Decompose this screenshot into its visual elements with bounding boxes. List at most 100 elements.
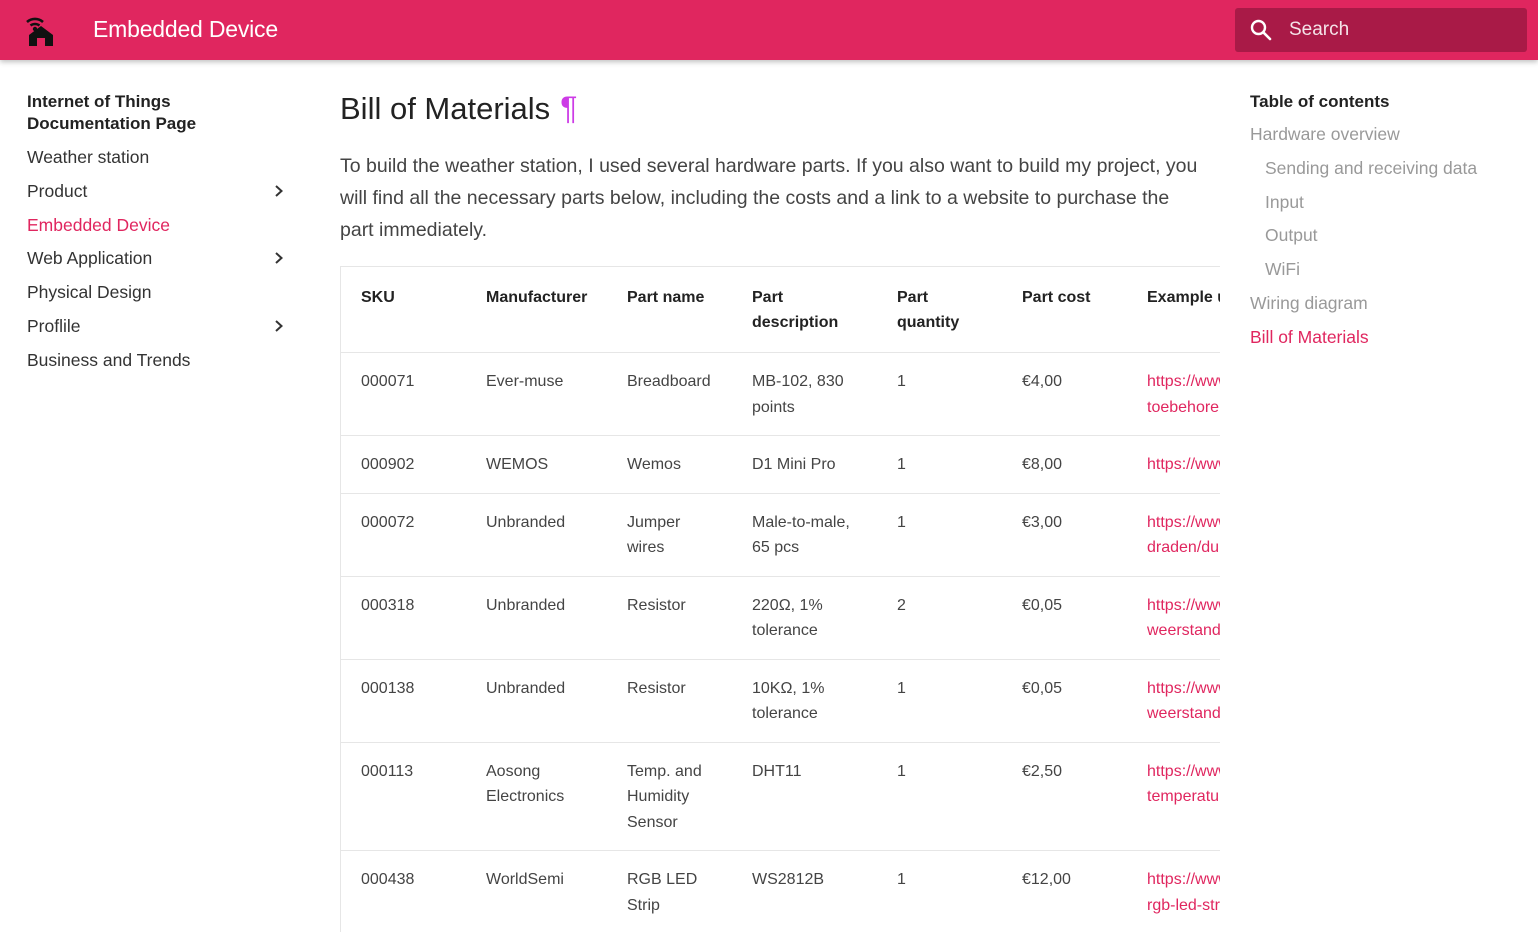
url-line-2[interactable]: weerstand <box>1147 622 1220 639</box>
toc-item-wiring-diagram[interactable]: Wiring diagram <box>1250 293 1520 327</box>
toc-item-sending-and-receiving-data[interactable]: Sending and receiving data <box>1250 158 1520 192</box>
nav-item-label: Physical Design <box>27 282 152 303</box>
url-line-1[interactable]: https://www <box>1147 763 1220 780</box>
toc-item-input[interactable]: Input <box>1250 192 1520 226</box>
cell-sku: 000113 <box>361 762 414 780</box>
nav-item-embedded-device[interactable]: Embedded Device <box>27 215 292 249</box>
cell-part-quantity: 2 <box>897 596 906 614</box>
cell-example-url: https://www temperatu <box>1127 742 1220 851</box>
nav-item-label: Web Application <box>27 248 153 269</box>
cell-part-name: Breadboard <box>627 373 711 390</box>
cell-part-cost: €8,00 <box>1022 456 1063 473</box>
url-line-2[interactable]: rgb-led-str <box>1147 897 1220 914</box>
column-header: Part quantity <box>897 289 960 331</box>
cell-part-description: DHT11 <box>752 762 802 780</box>
example-url-link[interactable]: https://www rgb-led-str <box>1147 871 1220 914</box>
table-of-contents: Table of contents Hardware overview Send… <box>1250 91 1520 361</box>
url-line-1[interactable]: https://www <box>1147 373 1220 390</box>
cell-example-url: https://www toebehore <box>1127 353 1220 436</box>
chevron-right-icon[interactable] <box>272 250 286 266</box>
nav-item-label: Product <box>27 180 88 201</box>
cell-part-quantity: 1 <box>897 513 906 531</box>
cell-manufacturer: Ever-muse <box>486 373 564 390</box>
nav-item-web-application[interactable]: Web Application <box>27 248 292 282</box>
bom-table-scroll[interactable]: SKU Manufacturer Part name Part descript… <box>340 266 1220 932</box>
cell-example-url: https://www weerstand <box>1127 659 1220 742</box>
example-url-link[interactable]: https://www toebehore <box>1147 373 1220 416</box>
home-wifi-icon[interactable] <box>24 13 58 47</box>
cell-example-url: https://www weerstand <box>1127 576 1220 659</box>
search-icon[interactable] <box>1249 18 1273 42</box>
cell-example-url: https://www draden/du <box>1127 493 1220 576</box>
nav-item-label: Business and Trends <box>27 349 191 370</box>
url-line-2[interactable]: temperatu <box>1147 788 1219 805</box>
url-line-1[interactable]: https://www <box>1147 456 1220 473</box>
cell-part-description: MB-102, 830 points <box>752 373 844 416</box>
cell-sku: 000138 <box>361 679 415 697</box>
page-title-text: Bill of Materials <box>340 91 551 126</box>
cell-example-url: https://www rgb-led-str <box>1127 851 1220 932</box>
cell-part-description: Male-to-male, 65 pcs <box>752 513 850 557</box>
example-url-link[interactable]: https://www draden/du <box>1147 514 1220 557</box>
nav-item-weather-station[interactable]: Weather station <box>27 147 292 181</box>
cell-part-quantity: 1 <box>897 871 906 888</box>
search-input[interactable] <box>1289 8 1519 52</box>
column-header: Part name <box>627 289 705 306</box>
nav-item-label: Weather station <box>27 147 150 167</box>
site-title[interactable]: Embedded Device <box>93 15 278 43</box>
page-title: Bill of Materials ¶ <box>340 88 1220 128</box>
cell-manufacturer: Unbranded <box>486 513 566 531</box>
url-line-1[interactable]: https://www <box>1147 597 1220 614</box>
cell-part-name: Resistor <box>627 679 686 697</box>
cell-part-cost: €0,05 <box>1022 679 1063 697</box>
cell-part-description: D1 Mini Pro <box>752 456 836 473</box>
primary-navigation: Internet of Things Documentation Page We… <box>27 91 292 384</box>
chevron-right-icon[interactable] <box>272 318 286 334</box>
nav-item-label: Embedded Device <box>27 214 170 235</box>
toc-item-hardware-overview[interactable]: Hardware overview <box>1250 124 1520 158</box>
cell-sku: 000318 <box>361 596 415 614</box>
cell-manufacturer: WorldSemi <box>486 871 564 888</box>
intro-paragraph: To build the weather station, I used sev… <box>340 155 1198 241</box>
cell-part-cost: €4,00 <box>1022 373 1063 390</box>
table-row: 000438 WorldSemi RGB LED Strip WS2812B 1… <box>341 851 1220 932</box>
cell-part-name: Jumper wires <box>627 513 681 557</box>
table-row: 000072 Unbranded Jumper wires Male-to-ma… <box>341 493 1220 576</box>
toc-item-bill-of-materials[interactable]: Bill of Materials <box>1250 327 1520 361</box>
cell-part-name: RGB LED Strip <box>627 871 698 914</box>
cell-part-description: 220Ω, 1% tolerance <box>752 596 823 640</box>
cell-part-name: Resistor <box>627 596 686 614</box>
example-url-link[interactable]: https://www weerstand <box>1147 680 1220 723</box>
table-row: 000902 WEMOS Wemos D1 Mini Pro 1 €8,00 h… <box>341 436 1220 493</box>
url-line-2[interactable]: weerstand <box>1147 705 1220 722</box>
url-line-1[interactable]: https://www <box>1147 514 1220 531</box>
cell-part-name: Wemos <box>627 456 681 473</box>
cell-part-quantity: 1 <box>897 762 906 780</box>
search-box[interactable] <box>1235 8 1527 52</box>
example-url-link[interactable]: https://www temperatu <box>1147 763 1220 806</box>
cell-part-description: WS2812B <box>752 871 825 888</box>
nav-item-business-and-trends[interactable]: Business and Trends <box>27 350 292 384</box>
chevron-right-icon[interactable] <box>272 183 286 199</box>
column-header: Part cost <box>1022 289 1091 306</box>
cell-part-quantity: 1 <box>897 679 906 697</box>
nav-item-product[interactable]: Product <box>27 181 292 215</box>
main-content: Bill of Materials ¶ To build the weather … <box>340 88 1220 932</box>
table-row: 000113 Aosong Electronics Temp. and Humi… <box>341 742 1220 851</box>
toc-item-wifi[interactable]: WiFi <box>1250 259 1520 293</box>
url-line-1[interactable]: https://www <box>1147 871 1220 888</box>
url-line-2[interactable]: toebehore <box>1147 399 1219 416</box>
nav-item-profile[interactable]: Proflile <box>27 316 292 350</box>
cell-sku: 000438 <box>361 871 415 888</box>
column-header: SKU <box>361 289 395 306</box>
permalink-icon[interactable]: ¶ <box>560 90 577 126</box>
url-line-1[interactable]: https://www <box>1147 680 1220 697</box>
toc-item-output[interactable]: Output <box>1250 225 1520 259</box>
cell-sku: 000902 <box>361 456 415 473</box>
column-header: Example url <box>1147 289 1220 306</box>
example-url-link[interactable]: https://www weerstand <box>1147 597 1220 640</box>
column-header: Part description <box>752 289 839 331</box>
nav-item-physical-design[interactable]: Physical Design <box>27 282 292 316</box>
example-url-link[interactable]: https://www <box>1147 456 1220 473</box>
url-line-2[interactable]: draden/du <box>1147 539 1219 556</box>
